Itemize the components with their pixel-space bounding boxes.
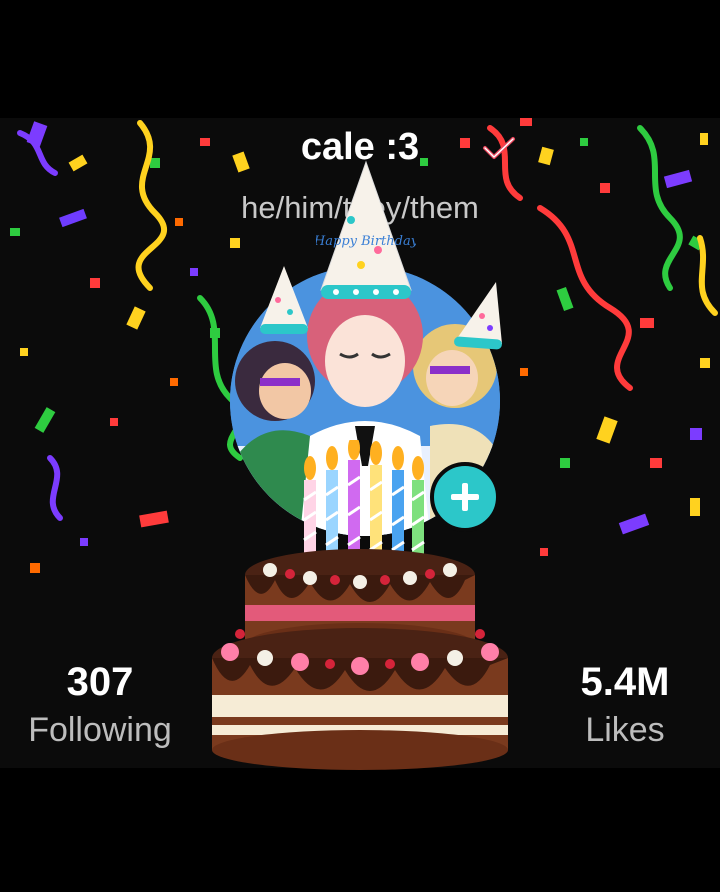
likes-stat[interactable]: 5.4M Likes bbox=[540, 660, 710, 750]
likes-label: Likes bbox=[585, 711, 665, 749]
party-hat-icon bbox=[454, 282, 502, 350]
party-hat-icon: Happy Birthday bbox=[316, 160, 416, 299]
following-label: Following bbox=[28, 711, 172, 749]
following-stat[interactable]: 307 Following bbox=[10, 660, 190, 750]
party-hat-icon bbox=[260, 266, 308, 334]
hat-label: Happy Birthday bbox=[316, 234, 416, 249]
likes-count: 5.4M bbox=[580, 660, 670, 704]
following-count: 307 bbox=[66, 660, 134, 704]
verified-check-icon bbox=[483, 137, 515, 159]
birthday-cake-icon bbox=[212, 440, 508, 770]
